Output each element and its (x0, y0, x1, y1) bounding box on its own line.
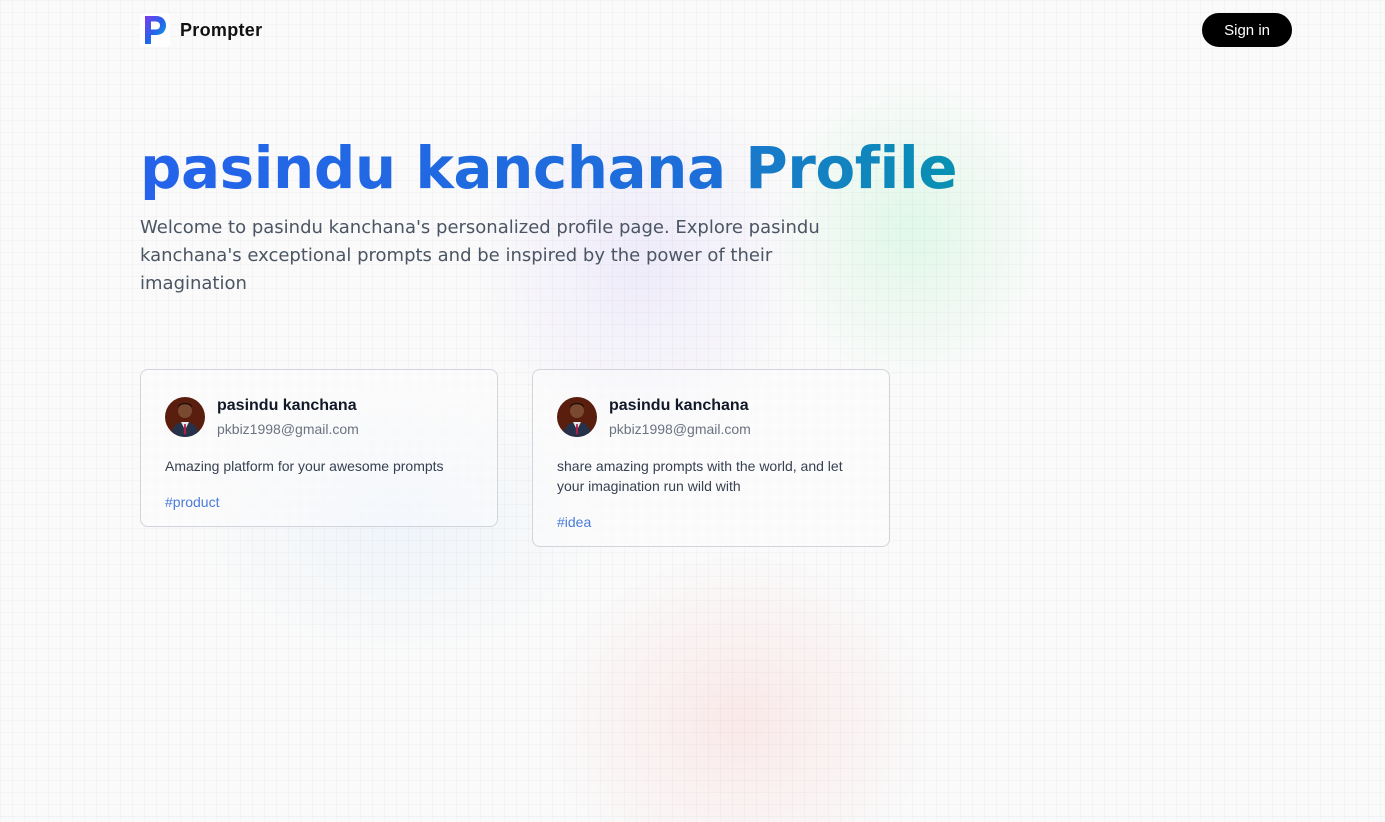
brand-link[interactable]: Prompter (140, 13, 262, 47)
prompt-text: share amazing prompts with the world, an… (557, 458, 843, 494)
prompt-card-author[interactable]: pasindu kanchana pkbiz1998@gmail.com (165, 396, 473, 438)
prompt-text: Amazing platform for your awesome prompt… (165, 458, 444, 474)
author-name: pasindu kanchana (217, 397, 357, 414)
author-info: pasindu kanchana pkbiz1998@gmail.com (217, 396, 359, 438)
profile-suffix-heading: Profile (745, 134, 958, 202)
top-nav: Prompter Sign in (140, 13, 1292, 47)
sign-in-button[interactable]: Sign in (1202, 13, 1292, 47)
avatar (165, 397, 205, 437)
prompt-tag[interactable]: #idea (557, 512, 591, 532)
page-title: pasindu kanchana Profile (140, 130, 958, 206)
prompt-card: pasindu kanchana pkbiz1998@gmail.com sha… (532, 369, 890, 547)
brand-name: Prompter (180, 19, 263, 40)
prompter-logo-icon (140, 13, 170, 47)
prompt-card: pasindu kanchana pkbiz1998@gmail.com Ama… (140, 369, 498, 527)
prompt-card-author[interactable]: pasindu kanchana pkbiz1998@gmail.com (557, 396, 865, 438)
profile-name-heading: pasindu kanchana (140, 134, 726, 202)
profile-description: Welcome to pasindu kanchana's personaliz… (140, 217, 820, 294)
avatar (557, 397, 597, 437)
author-email: pkbiz1998@gmail.com (609, 421, 751, 437)
author-info: pasindu kanchana pkbiz1998@gmail.com (609, 396, 751, 438)
author-email: pkbiz1998@gmail.com (217, 421, 359, 437)
author-name: pasindu kanchana (609, 397, 749, 414)
prompt-tag[interactable]: #product (165, 492, 219, 512)
